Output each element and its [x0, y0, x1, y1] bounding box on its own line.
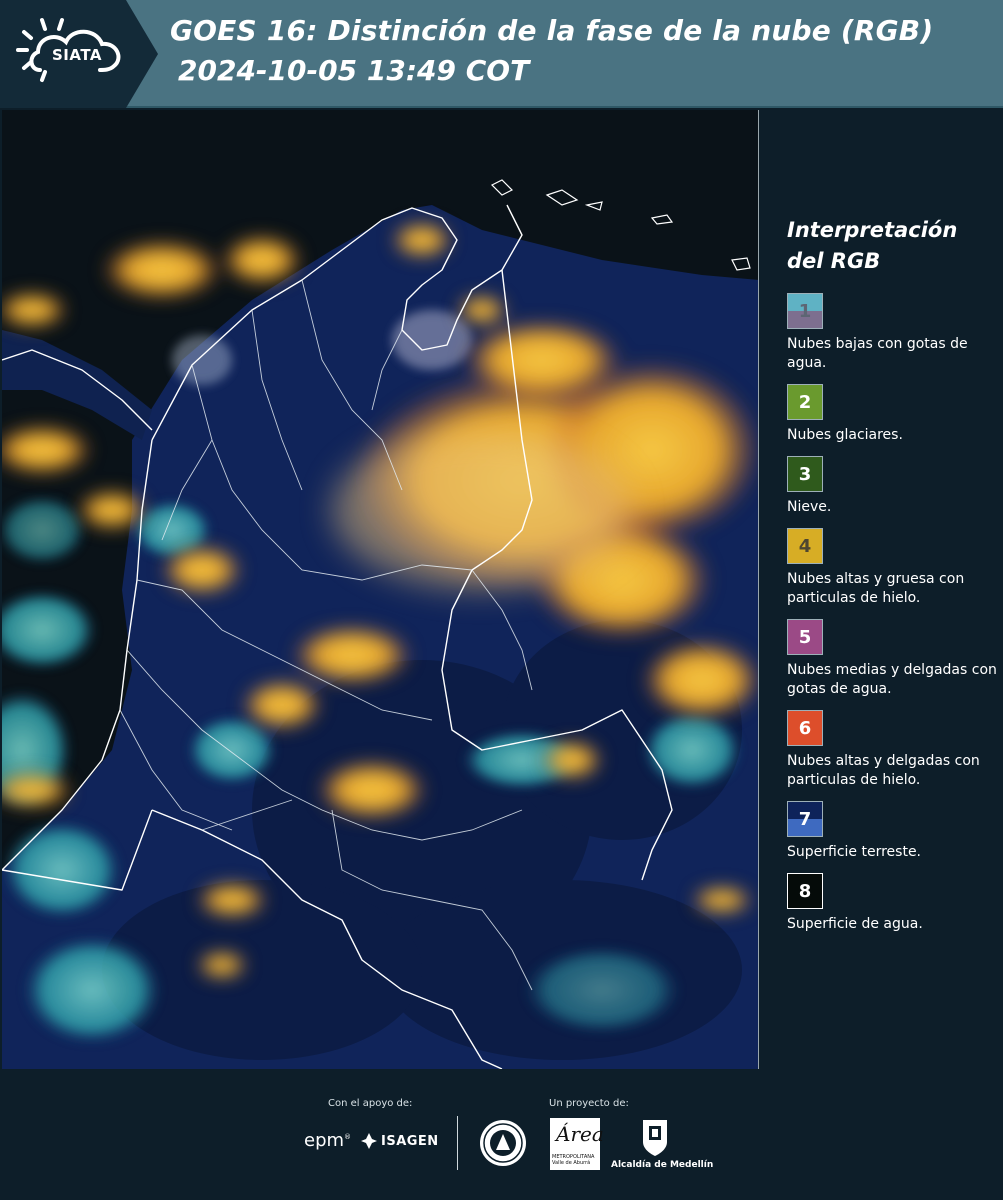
- medellin-seal-logo: [478, 1118, 528, 1172]
- legend-label-8: Superficie de agua.: [787, 916, 923, 932]
- siata-logo-text: SIATA: [52, 46, 103, 64]
- legend-item-6: 6 Nubes altas y delgadas con particulas …: [787, 710, 997, 790]
- legend-swatch-8: 8: [787, 873, 823, 909]
- legend-swatch-1: 1: [787, 293, 823, 329]
- legend: Interpretación del RGB 1 Nubes bajas con…: [787, 215, 997, 945]
- header-bar: SIATA GOES 16: Distinción de la fase de …: [0, 0, 1003, 108]
- area-metropolitana-logo: Área METROPOLITANA Valle de Aburrá: [550, 1118, 604, 1170]
- legend-label-6: Nubes altas y delgadas con particulas de…: [787, 753, 980, 788]
- satellite-map[interactable]: [2, 110, 759, 1069]
- footer: Con el apoyo de: Un proyecto de: epm® IS…: [0, 1070, 1003, 1200]
- legend-swatch-5: 5: [787, 619, 823, 655]
- timestamp-title: 2024-10-05 13:49 COT: [178, 54, 530, 87]
- legend-label-2: Nubes glaciares.: [787, 427, 903, 443]
- legend-label-3: Nieve.: [787, 499, 832, 515]
- isagen-icon: [361, 1133, 377, 1149]
- legend-num-5: 5: [798, 626, 812, 648]
- epm-logo: epm®: [304, 1130, 352, 1151]
- project-label: Un proyecto de:: [549, 1098, 629, 1109]
- legend-item-7: 7 Superficie terreste.: [787, 801, 997, 862]
- legend-num-7: 7: [798, 808, 812, 830]
- legend-label-1: Nubes bajas con gotas de agua.: [787, 336, 968, 371]
- legend-title: Interpretación del RGB: [787, 218, 958, 273]
- legend-swatch-2: 2: [787, 384, 823, 420]
- legend-item-3: 3 Nieve.: [787, 456, 997, 517]
- legend-item-2: 2 Nubes glaciares.: [787, 384, 997, 445]
- legend-label-5: Nubes medias y delgadas con gotas de agu…: [787, 662, 997, 697]
- legend-item-4: 4 Nubes altas y gruesa con particulas de…: [787, 528, 997, 608]
- area-logo-mark: Área: [556, 1122, 604, 1146]
- map-canvas: [2, 110, 758, 1069]
- area-logo-subtitle: METROPOLITANA Valle de Aburrá: [552, 1154, 595, 1166]
- footer-divider: [457, 1116, 458, 1170]
- isagen-logo-text: ISAGEN: [381, 1133, 439, 1149]
- legend-num-8: 8: [798, 880, 812, 902]
- legend-swatch-3: 3: [787, 456, 823, 492]
- page-title: GOES 16: Distinción de la fase de la nub…: [170, 14, 934, 47]
- epm-logo-text: epm: [304, 1130, 345, 1151]
- alcaldia-text: Alcaldía de Medellín: [611, 1160, 714, 1170]
- legend-swatch-6: 6: [787, 710, 823, 746]
- alcaldia-logo: [640, 1118, 670, 1162]
- legend-num-1: 1: [798, 300, 812, 322]
- legend-swatch-7: 7: [787, 801, 823, 837]
- legend-num-6: 6: [798, 717, 812, 739]
- legend-swatch-4: 4: [787, 528, 823, 564]
- legend-label-4: Nubes altas y gruesa con particulas de h…: [787, 571, 965, 606]
- isagen-logo: ISAGEN: [360, 1132, 439, 1150]
- legend-num-4: 4: [798, 535, 812, 557]
- siata-logo: SIATA: [0, 0, 158, 108]
- legend-item-5: 5 Nubes medias y delgadas con gotas de a…: [787, 619, 997, 699]
- legend-label-7: Superficie terreste.: [787, 844, 922, 860]
- alcaldia-shield-icon: [643, 1120, 667, 1156]
- support-label: Con el apoyo de:: [328, 1098, 413, 1109]
- legend-num-2: 2: [798, 391, 812, 413]
- seal-icon: [480, 1120, 526, 1166]
- legend-item-8: 8 Superficie de agua.: [787, 873, 997, 934]
- legend-item-1: 1 Nubes bajas con gotas de agua.: [787, 293, 997, 373]
- legend-num-3: 3: [798, 463, 812, 485]
